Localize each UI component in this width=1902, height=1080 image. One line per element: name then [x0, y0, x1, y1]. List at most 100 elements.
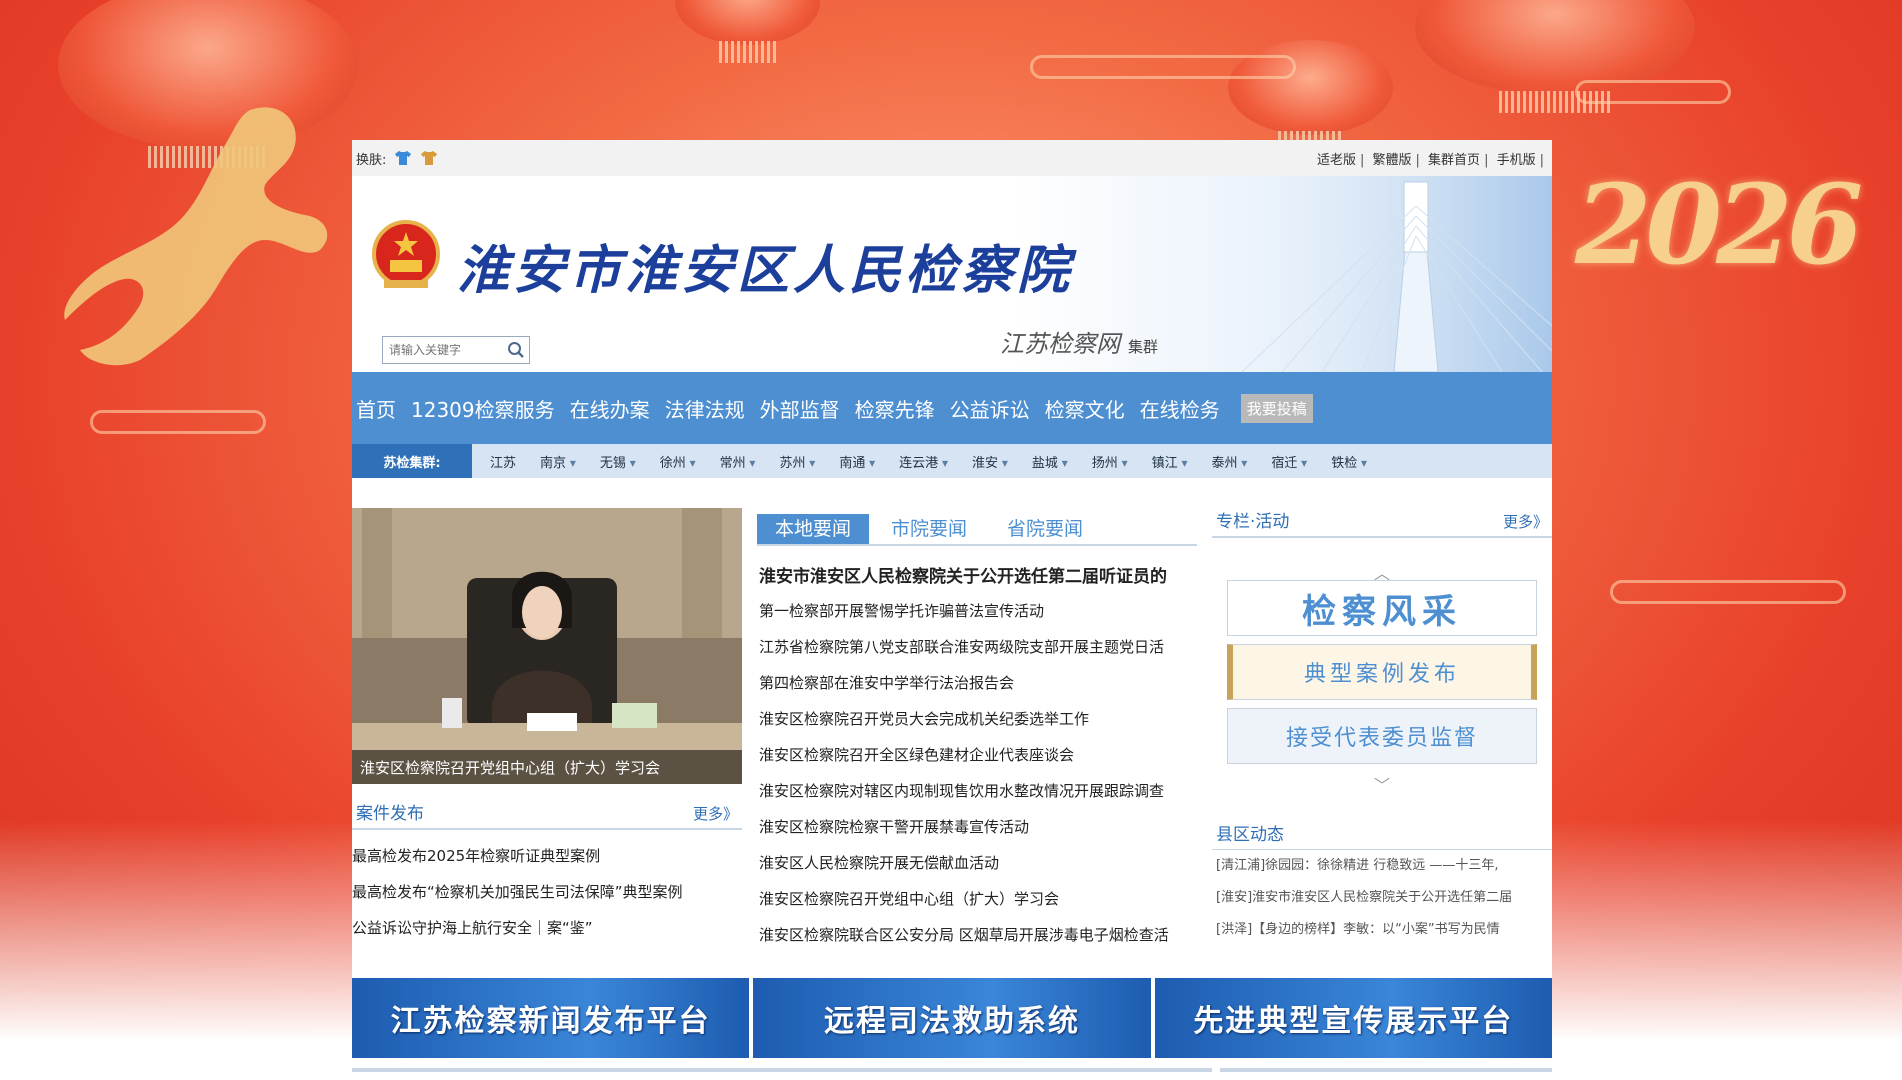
county-news-title: 县区动态	[1216, 825, 1284, 845]
brand-suffix: 集群	[1128, 338, 1159, 356]
case-release-more-link[interactable]: 更多》	[693, 803, 738, 824]
model-showcase-banner[interactable]: 先进典型宣传展示平台	[1154, 978, 1552, 1058]
skin-label: 换肤:	[356, 152, 387, 168]
nav-external-supervision[interactable]: 外部监督	[760, 394, 840, 423]
site-title: 淮安市淮安区人民检察院	[457, 240, 1074, 301]
cluster-city[interactable]: 常州	[720, 452, 756, 471]
promo-banner[interactable]: 接受代表委员监督	[1227, 708, 1537, 764]
list-item[interactable]: 淮安区检察院召开党员大会完成机关纪委选举工作	[757, 701, 1197, 737]
orange-shirt-icon[interactable]	[420, 150, 438, 166]
cluster-city[interactable]: 无锡	[600, 452, 636, 471]
news-tabs: 本地要闻 市院要闻 省院要闻	[757, 508, 1197, 546]
list-item[interactable]: 淮安区检察院联合区公安分局 区烟草局开展涉毒电子烟检查活	[757, 917, 1197, 953]
cluster-city[interactable]: 连云港	[899, 452, 948, 471]
list-item[interactable]: 第一检察部开展警惕学托诈骗普法宣传活动	[757, 593, 1197, 629]
side-column: 专栏·活动 更多》 ︿ 检察风采 典型案例发布 接受代表委员监督 ﹀ 县区动态 …	[1212, 508, 1552, 946]
cluster-city[interactable]: 宿迁	[1271, 452, 1307, 471]
promo-banner[interactable]: 检察风采	[1227, 580, 1537, 636]
photo-caption: 淮安区检察院召开党组中心组（扩大）学习会	[352, 750, 742, 784]
case-release-header: 案件发布 更多》	[352, 800, 742, 830]
cloud-decoration	[1610, 580, 1846, 604]
promo-carousel: ︿ 检察风采 典型案例发布 接受代表委员监督 ﹀	[1227, 560, 1537, 795]
nav-culture[interactable]: 检察文化	[1045, 394, 1125, 423]
brand-logo: 江苏检察网 集群	[1000, 324, 1158, 359]
mobile-version-link[interactable]: 手机版	[1497, 153, 1536, 168]
top-bar: 换肤: 适老版 | 繁體版 | 集群首页 | 手机版 |	[352, 140, 1552, 176]
nav-pioneers[interactable]: 检察先锋	[855, 394, 935, 423]
search-box	[382, 336, 530, 364]
cluster-city[interactable]: 南通	[839, 452, 875, 471]
nav-12309-service[interactable]: 12309检察服务	[411, 394, 555, 423]
nav-laws[interactable]: 法律法规	[665, 394, 745, 423]
contribute-button[interactable]: 我要投稿	[1240, 393, 1313, 423]
list-item[interactable]: 淮安区检察院检察干警开展禁毒宣传活动	[757, 809, 1197, 845]
lantern-decoration	[675, 0, 820, 63]
cluster-nav: 苏检集群: 江苏 南京 无锡 徐州 常州 苏州 南通 连云港 淮安 盐城 扬州 …	[352, 444, 1552, 478]
cluster-city[interactable]: 江苏	[490, 452, 516, 471]
list-item[interactable]: [清江浦]徐园园：徐徐精进 行稳致远 ——十三年,	[1212, 850, 1552, 882]
list-item[interactable]: 淮安区人民检察院开展无偿献血活动	[757, 845, 1197, 881]
national-emblem-icon	[372, 220, 440, 288]
bridge-illustration	[1182, 176, 1552, 372]
county-news-header: 县区动态	[1212, 820, 1552, 850]
nav-online-affairs[interactable]: 在线检务	[1140, 394, 1220, 423]
cluster-city[interactable]: 泰州	[1211, 452, 1247, 471]
list-item[interactable]: 第四检察部在淮安中学举行法治报告会	[757, 665, 1197, 701]
search-input[interactable]	[383, 342, 503, 358]
featured-photo[interactable]: 淮安区检察院召开党组中心组（扩大）学习会	[352, 508, 742, 784]
tab-local-news[interactable]: 本地要闻	[757, 514, 870, 544]
promo-banner[interactable]: 典型案例发布	[1227, 644, 1537, 700]
cluster-city[interactable]: 徐州	[660, 452, 696, 471]
news-list: 第一检察部开展警惕学托诈骗普法宣传活动 江苏省检察院第八党支部联合淮安两级院支部…	[757, 593, 1197, 953]
search-icon	[508, 342, 524, 358]
cluster-city[interactable]: 盐城	[1032, 452, 1068, 471]
list-item[interactable]: 淮安区检察院召开全区绿色建材企业代表座谈会	[757, 737, 1197, 773]
cluster-city[interactable]: 扬州	[1092, 452, 1128, 471]
search-button[interactable]	[503, 337, 529, 363]
platform-banners: 江苏检察新闻发布平台 远程司法救助系统 先进典型宣传展示平台	[352, 978, 1552, 1058]
nav-home[interactable]: 首页	[356, 394, 396, 423]
nav-public-interest[interactable]: 公益诉讼	[950, 394, 1030, 423]
cluster-label: 苏检集群:	[352, 444, 472, 478]
list-item[interactable]: 淮安区检察院对辖区内现制现售饮用水整改情况开展跟踪调查	[757, 773, 1197, 809]
list-item[interactable]: [淮安]淮安市淮安区人民检察院关于公开选任第二届	[1212, 882, 1552, 914]
chevron-down-icon[interactable]: ﹀	[1227, 772, 1537, 795]
cluster-home-link[interactable]: 集群首页	[1428, 153, 1480, 168]
divider	[1220, 1068, 1552, 1072]
traditional-chinese-link[interactable]: 繁體版	[1373, 153, 1412, 168]
main-page: 换肤: 适老版| 繁體版| 集群首页| 手机版| 淮安市淮安区人民检察院	[352, 140, 1552, 1080]
list-item[interactable]: 淮安区检察院召开党组中心组（扩大）学习会	[757, 881, 1197, 917]
special-column-more-link[interactable]: 更多》	[1503, 511, 1548, 532]
list-item[interactable]: 江苏省检察院第八党支部联合淮安两级院支部开展主题党日活	[757, 629, 1197, 665]
elderly-version-link[interactable]: 适老版	[1317, 153, 1356, 168]
county-news-list: [清江浦]徐园园：徐徐精进 行稳致远 ——十三年, [淮安]淮安市淮安区人民检察…	[1212, 850, 1552, 946]
blue-shirt-icon[interactable]	[394, 150, 412, 166]
tab-province-news[interactable]: 省院要闻	[989, 514, 1101, 544]
header-banner: 淮安市淮安区人民检察院 江苏检察网 集群	[352, 176, 1552, 372]
nav-online-cases[interactable]: 在线办案	[570, 394, 650, 423]
list-item[interactable]: 公益诉讼守护海上航行安全｜案“鉴”	[352, 910, 742, 946]
tab-city-news[interactable]: 市院要闻	[873, 514, 985, 544]
list-item[interactable]: 最高检发布“检察机关加强民生司法保障”典型案例	[352, 874, 742, 910]
cloud-decoration	[1575, 80, 1731, 104]
cloud-decoration	[1030, 55, 1296, 79]
golden-horse-icon	[64, 107, 328, 366]
chevron-up-icon[interactable]: ︿	[1227, 560, 1537, 583]
list-item[interactable]: [洪泽]【身边的榜样】李敏：以“小案”书写为民情	[1212, 914, 1552, 946]
list-item[interactable]: 最高检发布2025年检察听证典型案例	[352, 838, 742, 874]
cluster-city[interactable]: 南京	[540, 452, 576, 471]
top-links: 适老版 | 繁體版 | 集群首页 | 手机版 |	[1316, 152, 1544, 168]
cluster-city[interactable]: 铁检	[1331, 452, 1367, 471]
judicial-aid-banner[interactable]: 远程司法救助系统	[753, 978, 1151, 1058]
news-headline[interactable]: 淮安市淮安区人民检察院关于公开选任第二届听证员的	[759, 562, 1197, 587]
case-release-title: 案件发布	[356, 804, 424, 824]
cluster-city[interactable]: 苏州	[779, 452, 815, 471]
case-release-section: 案件发布 更多》 最高检发布2025年检察听证典型案例 最高检发布“检察机关加强…	[352, 800, 742, 946]
cluster-city[interactable]: 镇江	[1152, 452, 1188, 471]
skin-switcher: 换肤:	[356, 149, 438, 168]
news-platform-banner[interactable]: 江苏检察新闻发布平台	[352, 978, 750, 1058]
cloud-decoration	[90, 410, 266, 434]
case-release-list: 最高检发布2025年检察听证典型案例 最高检发布“检察机关加强民生司法保障”典型…	[352, 838, 742, 946]
county-news-section: 县区动态 [清江浦]徐园园：徐徐精进 行稳致远 ——十三年, [淮安]淮安市淮安…	[1212, 820, 1552, 946]
cluster-city[interactable]: 淮安	[972, 452, 1008, 471]
